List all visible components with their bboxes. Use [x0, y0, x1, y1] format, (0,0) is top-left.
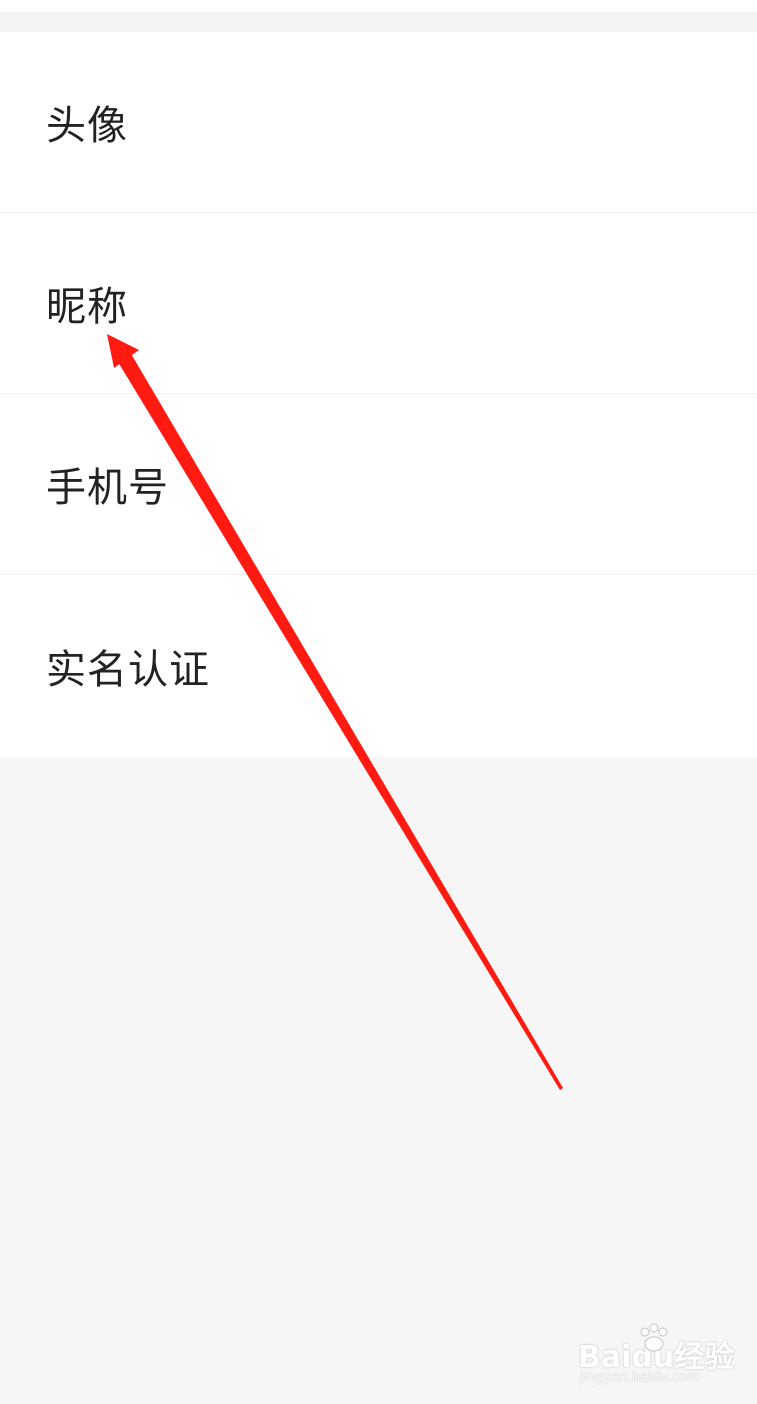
settings-row-label: 手机号 [46, 465, 169, 511]
settings-row-realname-verification[interactable]: 实名认证 [0, 575, 757, 757]
top-spacer [0, 0, 757, 32]
divider-strip [0, 12, 757, 32]
settings-row-nickname[interactable]: 昵称 [0, 213, 757, 394]
settings-row-avatar[interactable]: 头像 [0, 32, 757, 213]
profile-settings-page: 头像 昵称 手机号 实名认证 Baidu经验 jingyan.baidu.com [0, 0, 757, 1404]
settings-row-phone[interactable]: 手机号 [0, 394, 757, 575]
settings-row-label: 头像 [46, 103, 128, 149]
settings-list: 头像 昵称 手机号 实名认证 [0, 32, 757, 757]
settings-row-label: 昵称 [46, 284, 128, 330]
paw-icon [640, 1323, 668, 1352]
watermark-url: jingyan.baidu.com [580, 1370, 700, 1385]
baidu-jingyan-watermark: Baidu经验 jingyan.baidu.com [578, 1322, 734, 1392]
settings-row-label: 实名认证 [46, 647, 210, 693]
